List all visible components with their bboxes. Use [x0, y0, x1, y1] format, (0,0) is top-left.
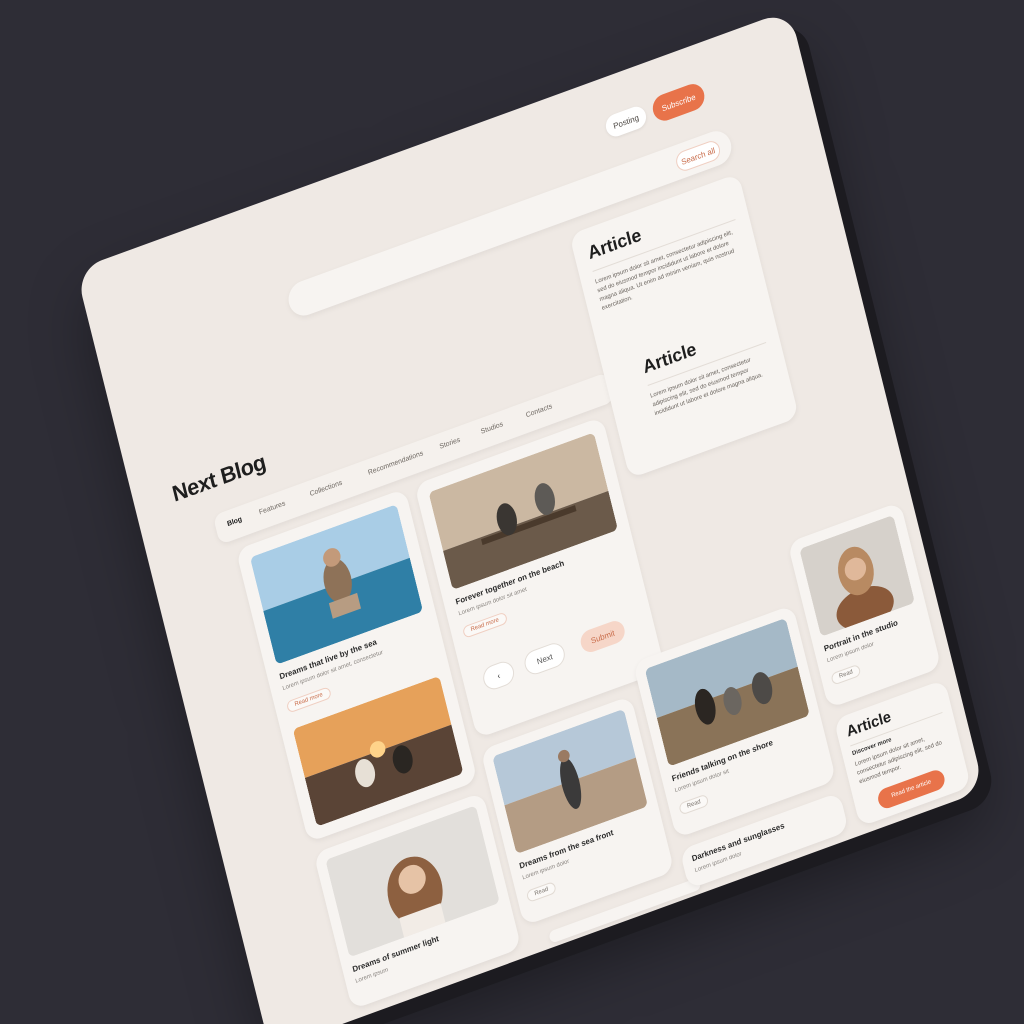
- article-card[interactable]: Article Discover more Lorem ipsum dolor …: [833, 679, 972, 827]
- nav-item-studios[interactable]: Studios: [480, 421, 504, 436]
- nav-item-recommendations[interactable]: Recommendations: [367, 450, 424, 477]
- read-chip[interactable]: Read: [830, 663, 862, 686]
- nav-item-stories[interactable]: Stories: [439, 437, 461, 451]
- read-more-chip[interactable]: Read more: [285, 686, 332, 714]
- nav-item-contacts[interactable]: Contacts: [525, 403, 553, 419]
- post-image-sea[interactable]: [249, 504, 424, 665]
- article-title[interactable]: Article: [586, 225, 644, 265]
- article-title[interactable]: Article: [845, 708, 893, 741]
- pagination-prev-button[interactable]: ‹: [480, 658, 517, 693]
- nav-item-features[interactable]: Features: [258, 500, 286, 516]
- submit-button[interactable]: Submit: [578, 617, 627, 656]
- nav-item-blog[interactable]: Blog: [226, 516, 242, 528]
- read-more-chip[interactable]: Read more: [461, 611, 508, 639]
- read-chip[interactable]: Read: [678, 793, 710, 816]
- tablet-frame: Next Blog Posting Subscribe Search all B…: [75, 9, 985, 1024]
- blog-page: Next Blog Posting Subscribe Search all B…: [75, 9, 985, 1024]
- post-image-friends[interactable]: [644, 617, 810, 767]
- posting-button[interactable]: Posting: [603, 103, 649, 140]
- subscribe-button[interactable]: Subscribe: [650, 80, 708, 125]
- nav-item-collections[interactable]: Collections: [309, 479, 343, 498]
- pagination-next-button[interactable]: Next: [522, 639, 568, 678]
- search-button[interactable]: Search all: [674, 138, 723, 174]
- post-card[interactable]: Dreams from the sea front Lorem ipsum do…: [480, 695, 675, 926]
- article-title[interactable]: Article: [641, 339, 699, 379]
- read-chip[interactable]: Read: [525, 880, 558, 903]
- brand-logo[interactable]: Next Blog: [170, 449, 269, 508]
